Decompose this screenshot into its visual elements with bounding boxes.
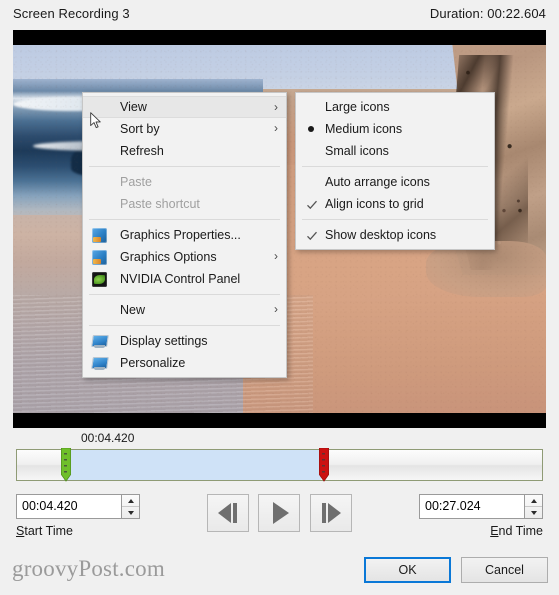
end-time-decrement-button[interactable] <box>525 506 542 518</box>
next-frame-button[interactable] <box>310 494 352 532</box>
trim-video-dialog: Screen Recording 3 Duration: 00:22.604 V… <box>0 0 559 595</box>
menu-item-personalize[interactable]: Personalize <box>83 352 286 374</box>
chevron-right-icon: › <box>274 302 278 316</box>
duration-label: Duration: 00:22.604 <box>429 6 546 21</box>
desktop-context-menu[interactable]: View › Sort by › Refresh Paste Paste sho… <box>82 92 287 378</box>
submenu-item-label: Align icons to grid <box>325 197 424 211</box>
end-time-increment-button[interactable] <box>525 495 542 506</box>
menu-item-paste-shortcut: Paste shortcut <box>83 193 286 215</box>
start-time-stepper[interactable] <box>121 495 139 518</box>
end-time-stepper[interactable] <box>524 495 542 518</box>
submenu-item-show-desktop-icons[interactable]: Show desktop icons <box>296 224 494 246</box>
menu-item-graphics-properties[interactable]: Graphics Properties... <box>83 224 286 246</box>
chevron-right-icon: › <box>274 121 278 135</box>
start-time-value[interactable]: 00:04.420 <box>17 495 121 518</box>
submenu-item-label: Large icons <box>325 100 390 114</box>
submenu-item-large-icons[interactable]: Large icons <box>296 96 494 118</box>
timeline-selection-range[interactable] <box>64 450 321 480</box>
menu-item-label: Personalize <box>120 356 186 370</box>
submenu-item-medium-icons[interactable]: Medium icons <box>296 118 494 140</box>
menu-item-label: Paste shortcut <box>120 197 200 211</box>
submenu-separator <box>302 166 488 167</box>
menu-item-paste: Paste <box>83 171 286 193</box>
play-icon <box>273 502 289 524</box>
menu-item-label: NVIDIA Control Panel <box>120 272 241 286</box>
ok-button[interactable]: OK <box>364 557 451 583</box>
submenu-item-align-icons-to-grid[interactable]: Align icons to grid <box>296 193 494 215</box>
watermark: groovyPost.com <box>12 556 165 581</box>
start-time-increment-button[interactable] <box>122 495 139 506</box>
monitor-icon <box>92 334 107 349</box>
handle-grip-dots <box>322 453 325 475</box>
checkmark-icon <box>306 196 318 210</box>
submenu-item-auto-arrange-icons[interactable]: Auto arrange icons <box>296 171 494 193</box>
radio-selected-icon <box>308 126 314 132</box>
menu-item-view[interactable]: View › <box>83 96 286 118</box>
play-button[interactable] <box>258 494 300 532</box>
menu-item-label: Paste <box>120 175 152 189</box>
end-time-accel: E <box>490 524 499 538</box>
timeline-position-label: 00:04.420 <box>81 431 135 445</box>
menu-item-new[interactable]: New › <box>83 299 286 321</box>
menu-item-label: New <box>120 303 146 317</box>
chevron-right-icon: › <box>274 100 278 114</box>
nvidia-icon <box>92 272 107 287</box>
menu-item-refresh[interactable]: Refresh <box>83 140 286 162</box>
menu-item-label: Refresh <box>120 144 164 158</box>
intel-graphics-icon <box>92 228 107 243</box>
end-time-label-rest: nd Time <box>498 524 543 538</box>
page-title: Screen Recording 3 <box>13 6 130 21</box>
menu-item-label: Sort by <box>120 122 160 136</box>
submenu-item-label: Show desktop icons <box>325 228 437 242</box>
submenu-item-label: Auto arrange icons <box>325 175 430 189</box>
next-frame-icon <box>322 503 341 523</box>
previous-frame-icon <box>218 503 237 523</box>
video-preview[interactable]: View › Sort by › Refresh Paste Paste sho… <box>13 30 546 428</box>
chevron-right-icon: › <box>274 249 278 263</box>
submenu-item-label: Small icons <box>325 144 389 158</box>
menu-item-nvidia-control-panel[interactable]: NVIDIA Control Panel <box>83 268 286 290</box>
menu-item-label: Graphics Properties... <box>120 228 241 242</box>
end-time-label: End Time <box>490 524 543 538</box>
previous-frame-button[interactable] <box>207 494 249 532</box>
menu-separator <box>89 294 280 295</box>
menu-item-display-settings[interactable]: Display settings <box>83 330 286 352</box>
timeline-end-handle[interactable] <box>319 448 329 488</box>
end-time-input[interactable]: 00:27.024 <box>419 494 543 519</box>
start-time-label-rest: tart Time <box>24 524 73 538</box>
menu-separator <box>89 166 280 167</box>
handle-grip-dots <box>64 453 67 475</box>
start-time-decrement-button[interactable] <box>122 506 139 518</box>
end-time-value[interactable]: 00:27.024 <box>420 495 524 518</box>
menu-item-sort-by[interactable]: Sort by › <box>83 118 286 140</box>
menu-separator <box>89 219 280 220</box>
submenu-separator <box>302 219 488 220</box>
checkmark-icon <box>306 227 318 241</box>
start-time-label: Start Time <box>16 524 73 538</box>
intel-graphics-icon <box>92 250 107 265</box>
cancel-button[interactable]: Cancel <box>461 557 548 583</box>
menu-item-label: Display settings <box>120 334 208 348</box>
submenu-item-label: Medium icons <box>325 122 403 136</box>
timeline-start-handle[interactable] <box>61 448 71 488</box>
menu-item-label: View <box>120 100 147 114</box>
monitor-icon <box>92 356 107 371</box>
menu-item-graphics-options[interactable]: Graphics Options › <box>83 246 286 268</box>
submenu-item-small-icons[interactable]: Small icons <box>296 140 494 162</box>
menu-item-label: Graphics Options <box>120 250 217 264</box>
menu-separator <box>89 325 280 326</box>
start-time-input[interactable]: 00:04.420 <box>16 494 140 519</box>
view-submenu[interactable]: Large icons Medium icons Small icons Aut… <box>295 92 495 250</box>
trim-timeline[interactable] <box>16 448 543 482</box>
title-bar: Screen Recording 3 Duration: 00:22.604 <box>0 0 559 28</box>
